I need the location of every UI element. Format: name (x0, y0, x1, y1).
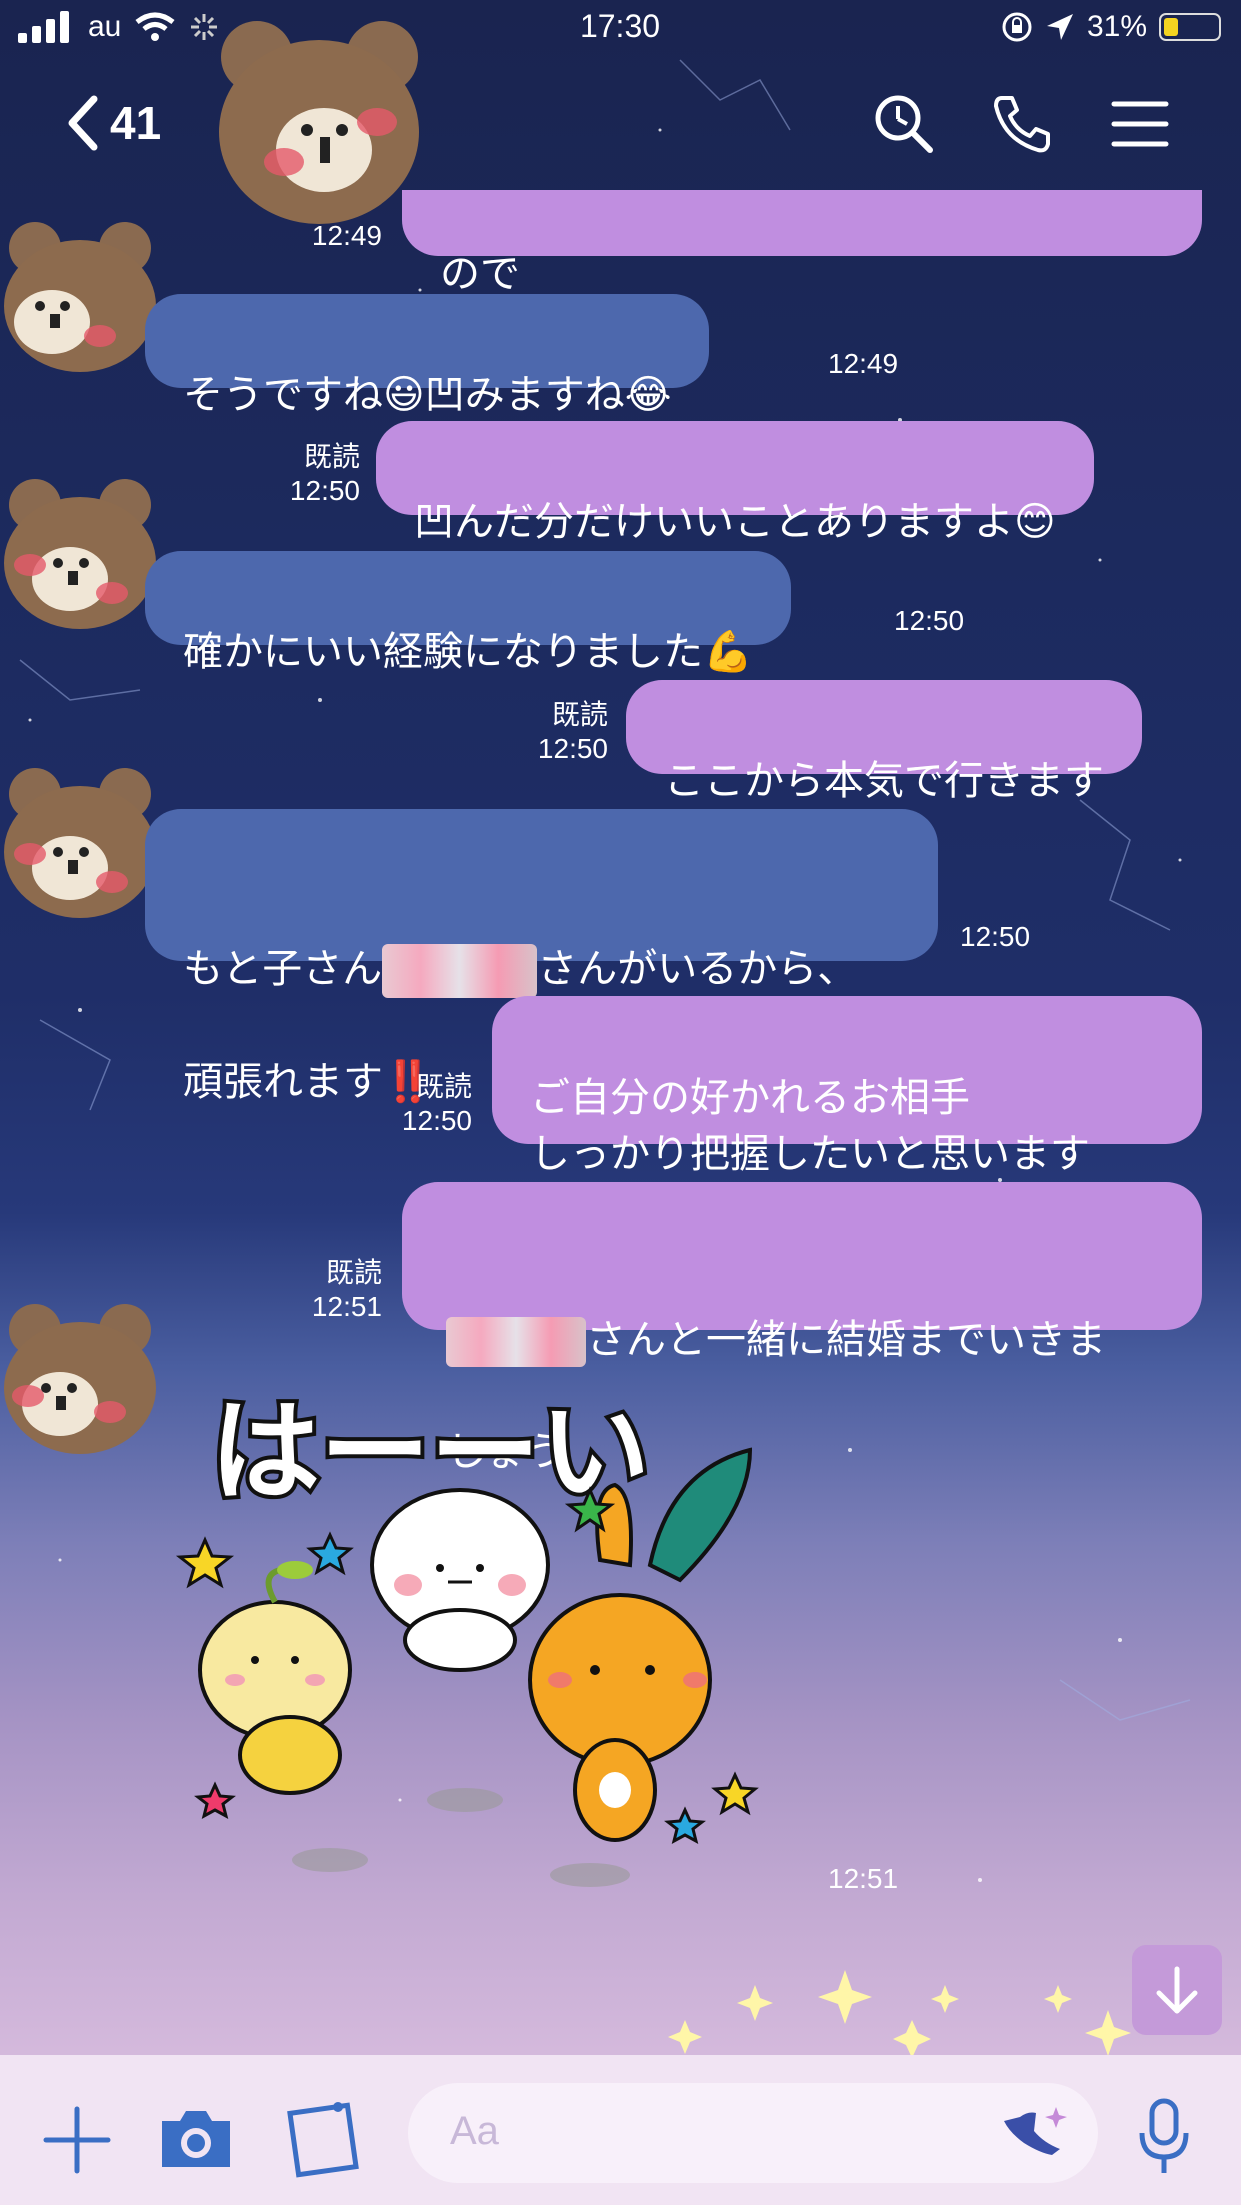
carrier-label: au (88, 10, 122, 43)
message-time: 12:51 (828, 1863, 899, 1894)
message-bubble-me[interactable]: ので (402, 190, 1202, 297)
friend-avatar[interactable] (0, 218, 160, 378)
read-receipt: 既読 (325, 1257, 382, 1288)
scroll-down-icon (1156, 1966, 1198, 2014)
message-text: ので (440, 251, 520, 297)
message-text: そうですね😃凹みますね😂 (183, 372, 672, 418)
menu-icon[interactable] (1108, 92, 1172, 156)
clock: 17:30 (579, 8, 661, 44)
redacted-name (382, 944, 538, 998)
message-input-placeholder: Aa (450, 2109, 499, 2153)
message-input[interactable]: Aa (408, 2083, 1098, 2183)
message-line: もと子さん さんがいるから、 (183, 885, 900, 998)
message-bubble-me[interactable]: ご自分の好かれるお相手 しっかり把握したいと思います (492, 996, 1202, 1177)
status-left: au (18, 10, 219, 44)
back-button[interactable]: 41 (66, 95, 161, 151)
message-time: 12:49 (828, 348, 899, 379)
message-line: さんと一緒に結婚までいきま (446, 1256, 1164, 1368)
friend-avatar[interactable] (0, 475, 160, 635)
message-meta: 既読 12:50 (240, 440, 360, 508)
message-bubble-me[interactable]: ここから本気で行きます (626, 680, 1142, 804)
bear-avatar-icon (219, 21, 419, 224)
redacted-name (446, 1317, 586, 1367)
message-meta: 既読 12:50 (488, 698, 608, 766)
friend-avatar[interactable] (0, 1300, 160, 1460)
message-text: さんと一緒に結婚までいきま (586, 1317, 1106, 1363)
header-avatar[interactable] (212, 12, 427, 232)
read-receipt: 既読 (303, 441, 360, 472)
location-icon (1046, 14, 1073, 40)
message-text: さんがいるから、 (537, 946, 858, 992)
message-text: ご自分の好かれるお相手 しっかり把握したいと思います (530, 1075, 1090, 1177)
sticker-message[interactable]: はーーい (150, 1370, 790, 1890)
mic-icon[interactable] (1134, 2097, 1194, 2177)
message-text: 凹んだ分だけいいことありますよ😊 (414, 499, 1056, 545)
message-time: 12:50 (894, 605, 965, 636)
message-time: 12:49 (311, 220, 382, 251)
wifi-icon (135, 12, 175, 41)
back-icon (68, 95, 98, 151)
friend-avatar[interactable] (0, 764, 160, 924)
rotation-lock-icon (1002, 12, 1032, 42)
message-bubble-them[interactable]: そうですね😃凹みますね😂 (145, 294, 710, 418)
status-bar: au 17:30 31% (0, 0, 1241, 60)
message-text: 確かにいい経験になりました💪 (183, 629, 753, 675)
message-time: 12:50 (960, 921, 1031, 952)
input-bar: Aa (0, 2055, 1241, 2205)
signal-icon (18, 11, 69, 43)
battery-icon (1159, 13, 1221, 41)
search-icon[interactable] (872, 92, 936, 156)
message-time: 12:50 (289, 475, 360, 506)
battery-percent: 31% (1086, 10, 1147, 43)
message-time: 12:50 (401, 1105, 472, 1136)
status-right: 31% (1001, 10, 1221, 44)
yellow-character-icon (198, 1561, 352, 1795)
message-bubble-me[interactable]: 凹んだ分だけいいことありますよ😊 (376, 421, 1094, 545)
album-icon[interactable] (284, 2095, 364, 2179)
message-bubble-them[interactable]: 確かにいい経験になりました💪 (145, 551, 791, 675)
message-time: 12:51 (311, 1291, 382, 1322)
camera-icon[interactable] (158, 2105, 234, 2171)
white-character-icon (370, 1488, 550, 1812)
message-bubble-them[interactable]: もと子さん さんがいるから、 頑張れます‼️ (145, 809, 938, 1105)
read-receipt: 既読 (415, 1071, 472, 1102)
effect-icon[interactable] (1000, 2103, 1070, 2163)
message-time: 12:50 (537, 733, 608, 764)
read-receipt: 既読 (551, 699, 608, 730)
message-meta: 既読 12:50 (352, 1070, 472, 1138)
message-meta: 既読 12:51 (262, 1256, 382, 1324)
scroll-down-button[interactable] (1132, 1945, 1222, 2035)
plus-icon[interactable] (42, 2105, 112, 2175)
phone-icon[interactable] (990, 92, 1054, 156)
unread-count: 41 (110, 97, 162, 149)
message-text: もと子さん (183, 946, 383, 992)
message-text: ここから本気で行きます (664, 758, 1104, 804)
chat-header: 41 (0, 21, 1241, 224)
message-bubble-me[interactable]: さんと一緒に結婚までいきま しょう (402, 1182, 1202, 1475)
